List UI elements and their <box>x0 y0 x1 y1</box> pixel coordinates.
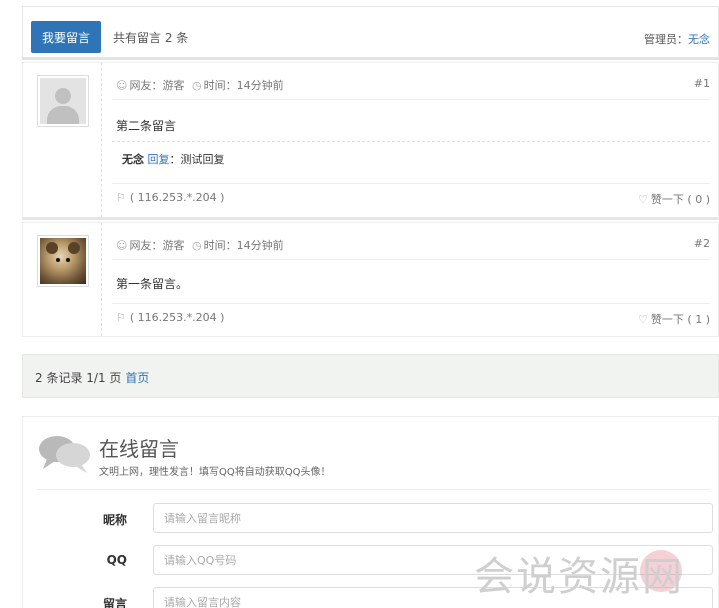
leave-message-button[interactable]: 我要留言 <box>31 21 101 53</box>
avatar <box>37 75 89 127</box>
clock-icon: ◷ <box>191 239 202 252</box>
form-subtitle: 文明上网，理性发言！填写QQ将自动获取QQ头像！ <box>99 467 331 478</box>
message-meta: ☺ 网友：游客 ◷ 时间：14分钟前 <box>116 77 284 93</box>
like-button[interactable]: ♡ 赞一下 ( 1 ) <box>638 311 710 327</box>
form-title: 在线留言 <box>99 437 179 461</box>
admin-label: 管理员： <box>644 33 688 46</box>
reply-link[interactable]: 回复 <box>148 153 170 166</box>
divider <box>112 183 710 184</box>
message-label: 留言 <box>102 597 127 608</box>
chat-bubbles-icon <box>39 436 90 473</box>
message-count: 共有留言 2 条 <box>113 31 189 45</box>
message-time: 时间：14分钟前 <box>203 79 284 92</box>
like-text: 赞一下 ( 1 ) <box>650 313 710 326</box>
heart-icon: ♡ <box>638 193 648 206</box>
message-ip: ⚐( 116.253.*.204 ) <box>116 311 224 324</box>
ip-text: ( 116.253.*.204 ) <box>129 311 225 324</box>
message-item: ☺ 网友：游客 ◷ 时间：14分钟前 #2 第一条留言。 ⚐( 116.253.*.… <box>22 222 719 337</box>
home-page-link[interactable]: 首页 <box>125 371 149 385</box>
watermark: 会说资源网 <box>474 554 684 600</box>
reply-author: 无念 <box>122 153 144 166</box>
pagination-info: 2 条记录 1/1 页 <box>35 371 122 385</box>
like-text: 赞一下 ( 0 ) <box>650 193 710 206</box>
location-flag-icon: ⚐ <box>116 191 126 204</box>
user-icon: ☺ <box>116 79 128 92</box>
reply-text: ：测试回复 <box>169 153 225 166</box>
message-text: 第一条留言。 <box>116 277 189 291</box>
qq-label: QQ <box>106 553 127 567</box>
divider <box>112 99 710 100</box>
default-avatar-icon <box>40 78 86 124</box>
ip-text: ( 116.253.*.204 ) <box>129 191 225 204</box>
location-flag-icon: ⚐ <box>116 311 126 324</box>
message-content: ☺ 网友：游客 ◷ 时间：14分钟前 #1 第二条留言 无念 回复：测试回复 ⚐( … <box>101 63 718 217</box>
user-icon: ☺ <box>116 239 128 252</box>
message-content: ☺ 网友：游客 ◷ 时间：14分钟前 #2 第一条留言。 ⚐( 116.253.*.… <box>101 223 718 336</box>
avatar <box>37 235 89 287</box>
message-floor: #1 <box>693 77 710 90</box>
admin-name-link[interactable]: 无念 <box>688 33 710 46</box>
message-ip: ⚐( 116.253.*.204 ) <box>116 191 224 204</box>
divider <box>37 489 710 490</box>
divider <box>112 259 710 260</box>
message-text: 第二条留言 <box>116 119 177 133</box>
nickname-label: 昵称 <box>102 513 127 527</box>
message-meta: ☺ 网友：游客 ◷ 时间：14分钟前 <box>116 237 284 253</box>
nickname-input[interactable] <box>153 503 713 533</box>
message-user: 网友：游客 <box>129 79 185 92</box>
message-time: 时间：14分钟前 <box>203 239 284 252</box>
heart-icon: ♡ <box>638 313 648 326</box>
message-user: 网友：游客 <box>129 239 185 252</box>
message-board-header: 我要留言 共有留言 2 条 管理员：无念 <box>22 6 719 60</box>
like-button[interactable]: ♡ 赞一下 ( 0 ) <box>638 191 710 207</box>
photo-avatar-icon <box>40 238 86 284</box>
clock-icon: ◷ <box>191 79 202 92</box>
admin-info: 管理员：无念 <box>644 31 710 47</box>
pagination: 2 条记录 1/1 页首页 <box>22 354 719 398</box>
admin-reply: 无念 回复：测试回复 <box>112 141 710 175</box>
divider <box>112 303 710 304</box>
message-item: ☺ 网友：游客 ◷ 时间：14分钟前 #1 第二条留言 无念 回复：测试回复 ⚐( … <box>22 62 719 220</box>
message-floor: #2 <box>693 237 710 250</box>
